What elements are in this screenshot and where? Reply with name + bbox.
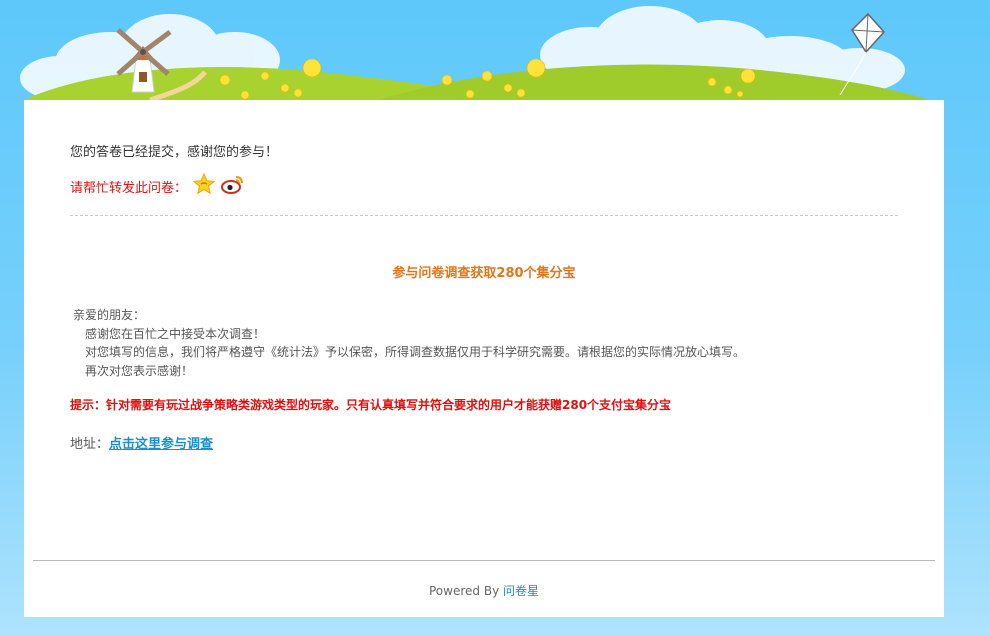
tip-text: 提示：针对需要有玩过战争策略类游戏类型的玩家。只有认真填写并符合要求的用户才能获…: [70, 398, 672, 412]
share-label: 请帮忙转发此问卷：: [70, 180, 188, 196]
content-card: 您的答卷已经提交，感谢您的参与！ 请帮忙转发此问卷： 参与问卷调查获取280个集…: [24, 100, 944, 617]
intro-line: 对您填写的信息，我们将严格遵守《统计法》予以保密，所得调查数据仅用于科学研究需要…: [85, 345, 746, 359]
qzone-star-icon[interactable]: [192, 172, 216, 199]
share-row: 请帮忙转发此问卷：: [70, 172, 245, 199]
brand-link[interactable]: 问卷星: [503, 584, 539, 598]
intro-line: 再次对您表示感谢！: [85, 363, 194, 378]
greeting: 亲爱的朋友：: [73, 308, 146, 322]
address-label: 地址：: [70, 437, 110, 452]
intro-line: 感谢您在百忙之中接受本次调查！: [85, 326, 266, 341]
header-scenery: [20, 6, 930, 103]
survey-title: 参与问卷调查获取280个集分宝: [392, 266, 576, 281]
address-row: 地址：点击这里参与调查: [70, 433, 213, 452]
footer: Powered By 问卷星: [24, 582, 944, 599]
weibo-icon[interactable]: [221, 174, 245, 198]
dashed-divider: [70, 215, 898, 216]
survey-intro: 亲爱的朋友： 感谢您在百忙之中接受本次调查！ 对您填写的信息，我们将严格遵守《统…: [73, 306, 745, 380]
confirmation-message: 您的答卷已经提交，感谢您的参与！: [70, 145, 279, 160]
footer-divider: [33, 560, 935, 561]
survey-link[interactable]: 点击这里参与调查: [109, 437, 213, 452]
powered-by-text: Powered By: [429, 584, 503, 598]
